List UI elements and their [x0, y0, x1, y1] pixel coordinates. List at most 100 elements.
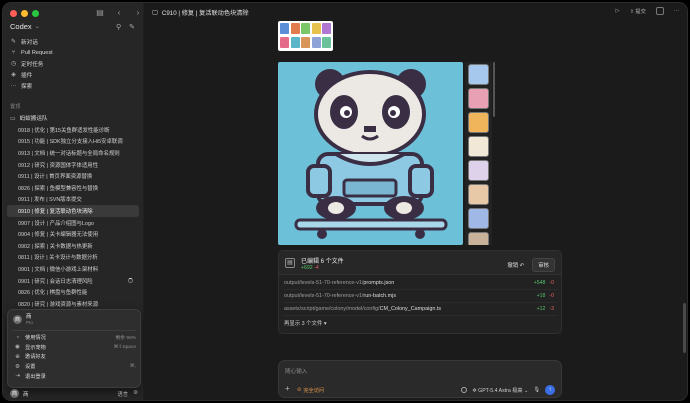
warning-icon: ⊘	[297, 387, 302, 393]
thread-list: 0918 | 优化 | 第15关鱼群适发性能诊断 0915 | 功能 | SDK…	[7, 124, 139, 310]
changed-file-row[interactable]: output/levels-51-70-reference-v1/run-bat…	[284, 290, 558, 303]
thread-item[interactable]: 0912 | 研究 | 资源国体字体适用性	[7, 159, 139, 171]
thumbnail-scrollbar[interactable]	[493, 62, 495, 117]
window-controls	[10, 10, 39, 17]
menu-item-invite[interactable]: ⊕ 邀请好友	[11, 352, 139, 362]
changed-file-row[interactable]: output/levels-51-70-reference-v1/prompts…	[284, 277, 558, 290]
upload-icon: ⇧	[629, 8, 634, 15]
model-name: GPT-5.4 Astra	[478, 387, 511, 394]
compose-icon: ✎	[10, 39, 17, 45]
thread-item[interactable]: 0911 | 发布 | SVN版本提交	[7, 194, 139, 206]
nav-item-scheduled[interactable]: ◷ 定时任务	[7, 58, 139, 69]
attach-plus-icon[interactable]: +	[285, 385, 290, 393]
thread-item[interactable]: 0826 | 优化 | 棋盘与鱼群性能	[7, 286, 139, 298]
changed-file-row[interactable]: assets/script/game/colony/model/config/C…	[284, 303, 558, 316]
show-more-files-button[interactable]: 再显示 3 个文件 ▾	[284, 319, 327, 327]
microphone-icon[interactable]: 🎙︎	[533, 387, 540, 393]
loading-spinner-icon	[128, 277, 133, 283]
thread-item[interactable]: 0907 | 设计 | 产品介绍图与Logo	[7, 217, 139, 229]
nav-item-pull-request[interactable]: ⑂ Pull Request	[7, 47, 139, 58]
nav-item-plugins[interactable]: ◈ 插件	[7, 69, 139, 80]
thumbnail	[290, 36, 300, 48]
account-menu: 商 商 Pro ◔ 使用情况 剩余 98% ◉ 显示宠物 ⌘⇧Space ⊕ 邀…	[7, 309, 141, 388]
thread-item[interactable]: 0904 | 修复 | 关卡编辑器无法使用	[7, 228, 139, 240]
menu-item-settings[interactable]: ⚙ 设置 ⌘,	[11, 362, 139, 372]
account-bar[interactable]: 商 商 语言 ⚙	[3, 387, 144, 400]
zoom-window-button[interactable]	[32, 10, 39, 17]
page-title: C910 | 修复 | 复活联动色块清除	[161, 9, 249, 17]
main-panel: ▢ C910 | 修复 | 复活联动色块清除 ▷ ⇧ 提交 ··· ▤ 已编辑 …	[144, 3, 687, 400]
thread-item[interactable]: 0820 | 研究 | 游戏资源与素材来源	[7, 298, 139, 310]
shortcut-hint: ⌘,	[129, 364, 136, 370]
panda-pixel-art-image[interactable]	[278, 62, 463, 245]
sidebar-toggle-icon[interactable]: ▤	[95, 8, 105, 18]
thread-item[interactable]: 0901 | 研究 | 会话日志清理风险	[7, 275, 139, 287]
close-window-button[interactable]	[10, 10, 17, 17]
file-added: +18	[536, 293, 546, 299]
variant-thumbnail[interactable]	[468, 64, 489, 85]
variant-thumbnail[interactable]	[468, 112, 489, 133]
nav-item-explore[interactable]: ··· 探索	[7, 80, 139, 91]
review-button[interactable]: 审核	[532, 258, 555, 272]
variant-thumbnail[interactable]	[468, 160, 489, 181]
thread-item[interactable]: 0826 | 探索 | 鱼模型兼容性与替换	[7, 182, 139, 194]
commit-button[interactable]: ⇧ 提交	[630, 8, 646, 15]
more-button[interactable]: ···	[674, 8, 679, 14]
thread-item[interactable]: 0901 | 文档 | 微信小游戏上架材料	[7, 263, 139, 275]
thread-item[interactable]: 0811 | 设计 | 关卡设计与数据分析	[7, 252, 139, 264]
usage-remaining: 剩余 98%	[115, 336, 136, 342]
variant-thumbnail[interactable]	[468, 208, 489, 229]
forward-icon[interactable]: ›	[133, 8, 143, 18]
access-mode-selector[interactable]: ⊘ 完全访问	[297, 387, 324, 394]
play-icon[interactable]: ▷	[616, 8, 620, 14]
thread-item[interactable]: 0911 | 设计 | 首页界面资源替换	[7, 170, 139, 182]
thumbnail	[290, 23, 300, 34]
file-path: assets/script/game/colony/model/config/	[284, 306, 380, 312]
menu-item-label: 显示宠物	[25, 344, 46, 351]
nav-item-new-chat[interactable]: ✎ 新对话	[7, 36, 139, 47]
model-selector[interactable]: ✲ GPT-5.4 Astra 极高 ⌄	[472, 387, 528, 394]
reference-thumbnail-grid[interactable]	[278, 21, 333, 51]
account-name: 商	[23, 391, 29, 398]
file-removed: -3	[549, 306, 554, 312]
divider	[12, 330, 136, 331]
chevron-down-icon: ⌄	[34, 24, 40, 30]
file-stats: +18 -0	[537, 293, 554, 299]
thread-item[interactable]: 0915 | 功能 | SDK独立分支接入Hi5安卓联调	[7, 136, 139, 148]
undo-button[interactable]: 撤销 ↶	[504, 260, 527, 270]
account-plan: Pro	[26, 320, 33, 325]
variant-thumbnail[interactable]	[468, 184, 489, 205]
new-thread-icon[interactable]: ✎	[129, 23, 135, 31]
thread-item[interactable]: 0918 | 优化 | 第15关鱼群适发性能诊断	[7, 124, 139, 136]
nav-label: 定时任务	[21, 61, 44, 68]
back-icon[interactable]: ‹	[114, 8, 124, 18]
panda-illustration	[294, 69, 448, 239]
file-removed: -0	[549, 280, 554, 286]
thumbnail	[280, 23, 289, 34]
menu-item-label: 退出登录	[25, 373, 46, 380]
nav-label: Pull Request	[21, 49, 53, 56]
project-folder[interactable]: ▭ 蚂蚁搬运队	[10, 114, 48, 123]
menu-item-logout[interactable]: ⇥ 退出登录	[11, 371, 139, 381]
minimize-window-button[interactable]	[21, 10, 28, 17]
variant-thumbnail[interactable]	[468, 232, 489, 245]
menu-item-show-pet[interactable]: ◉ 显示宠物 ⌘⇧Space	[11, 343, 139, 353]
composer-placeholder[interactable]: 随心输入	[285, 367, 307, 375]
filter-icon[interactable]: ⚲	[116, 23, 121, 31]
message-composer[interactable]: 随心输入 + ⊘ 完全访问 ✲ GPT-5.4 Astra 极高 ⌄ 🎙︎ ↑	[278, 360, 562, 398]
send-button[interactable]: ↑	[545, 385, 555, 395]
commit-label: 提交	[635, 8, 646, 15]
nav-label: 新对话	[21, 39, 38, 46]
main-scrollbar[interactable]	[683, 303, 686, 353]
thread-item[interactable]: 0902 | 探索 | 关卡数据与热更新	[7, 240, 139, 252]
language-button[interactable]: 语言	[117, 390, 128, 398]
brand-switcher[interactable]: Codex ⌄	[10, 22, 40, 31]
settings-icon[interactable]: ⚙	[133, 390, 138, 398]
thread-item[interactable]: 0913 | 文档 | 统一对话标题与全局命名规则	[7, 147, 139, 159]
context-usage-icon	[461, 387, 468, 393]
thread-item-active[interactable]: 0910 | 修复 | 复活联动色块清除	[7, 205, 139, 217]
variant-thumbnail[interactable]	[468, 136, 489, 157]
variant-thumbnail[interactable]	[468, 88, 489, 109]
panel-toggle-icon[interactable]	[655, 7, 664, 15]
menu-item-usage[interactable]: ◔ 使用情况 剩余 98%	[11, 333, 139, 343]
